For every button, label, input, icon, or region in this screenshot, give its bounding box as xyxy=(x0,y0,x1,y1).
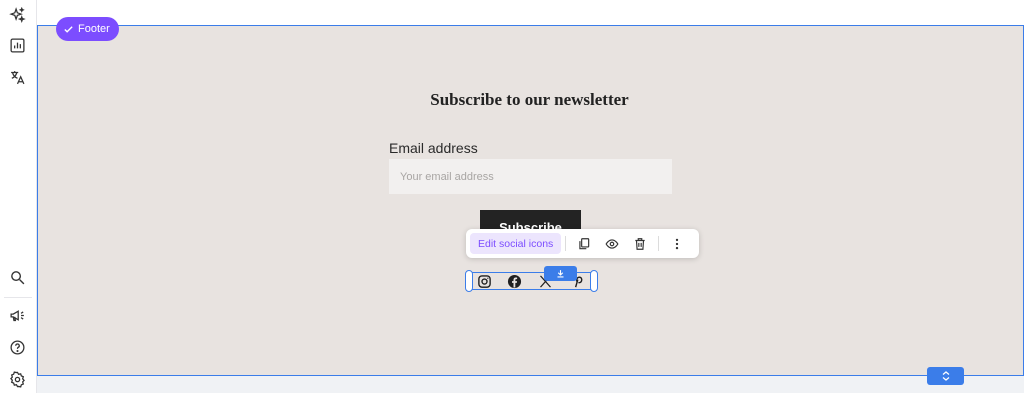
marketing-button[interactable] xyxy=(5,303,29,327)
preview-button[interactable] xyxy=(598,232,626,256)
resize-handle-right[interactable] xyxy=(590,270,598,292)
download-arrow-icon xyxy=(557,270,564,278)
email-label: Email address xyxy=(389,140,478,156)
check-icon xyxy=(64,25,73,33)
duplicate-button[interactable] xyxy=(570,232,598,256)
help-icon xyxy=(9,339,25,355)
footer-section[interactable] xyxy=(37,25,1024,376)
translate-icon xyxy=(10,70,24,84)
footer-tag-label: Footer xyxy=(78,23,110,35)
megaphone-icon xyxy=(9,309,24,321)
duplicate-icon xyxy=(579,237,590,249)
chevron-up-down-icon xyxy=(942,371,949,381)
rail-divider xyxy=(4,297,32,298)
more-options-button[interactable] xyxy=(663,232,691,256)
move-handle[interactable] xyxy=(544,266,577,281)
preview-icon xyxy=(605,238,619,249)
delete-button[interactable] xyxy=(626,232,654,256)
footer-section-tag[interactable]: Footer xyxy=(56,17,119,41)
settings-button[interactable] xyxy=(5,367,29,391)
search-button[interactable] xyxy=(5,265,29,289)
toolbar-divider xyxy=(565,236,567,251)
instagram-icon xyxy=(477,274,491,288)
help-button[interactable] xyxy=(5,335,29,359)
facebook-icon xyxy=(507,274,521,288)
facebook-link[interactable] xyxy=(506,273,522,289)
email-field[interactable] xyxy=(389,159,672,194)
resize-handle-left[interactable] xyxy=(465,270,473,292)
instagram-link[interactable] xyxy=(476,273,492,289)
analytics-icon xyxy=(9,37,25,53)
canvas-below-footer xyxy=(37,376,1024,393)
toolbar-divider xyxy=(658,236,660,251)
translate-button[interactable] xyxy=(5,65,29,89)
ai-sparkle-button[interactable] xyxy=(5,3,29,27)
more-icon xyxy=(676,238,679,249)
analytics-button[interactable] xyxy=(5,33,29,57)
delete-icon xyxy=(635,237,645,250)
settings-icon xyxy=(9,370,25,388)
edit-social-icons-button[interactable]: Edit social icons xyxy=(470,233,562,254)
search-icon xyxy=(10,270,24,284)
section-resize-handle[interactable] xyxy=(927,367,964,385)
sparkle-icon xyxy=(8,6,26,23)
element-toolbar: Edit social icons xyxy=(466,229,699,258)
newsletter-title: Subscribe to our newsletter xyxy=(430,90,629,109)
left-rail xyxy=(0,0,37,393)
